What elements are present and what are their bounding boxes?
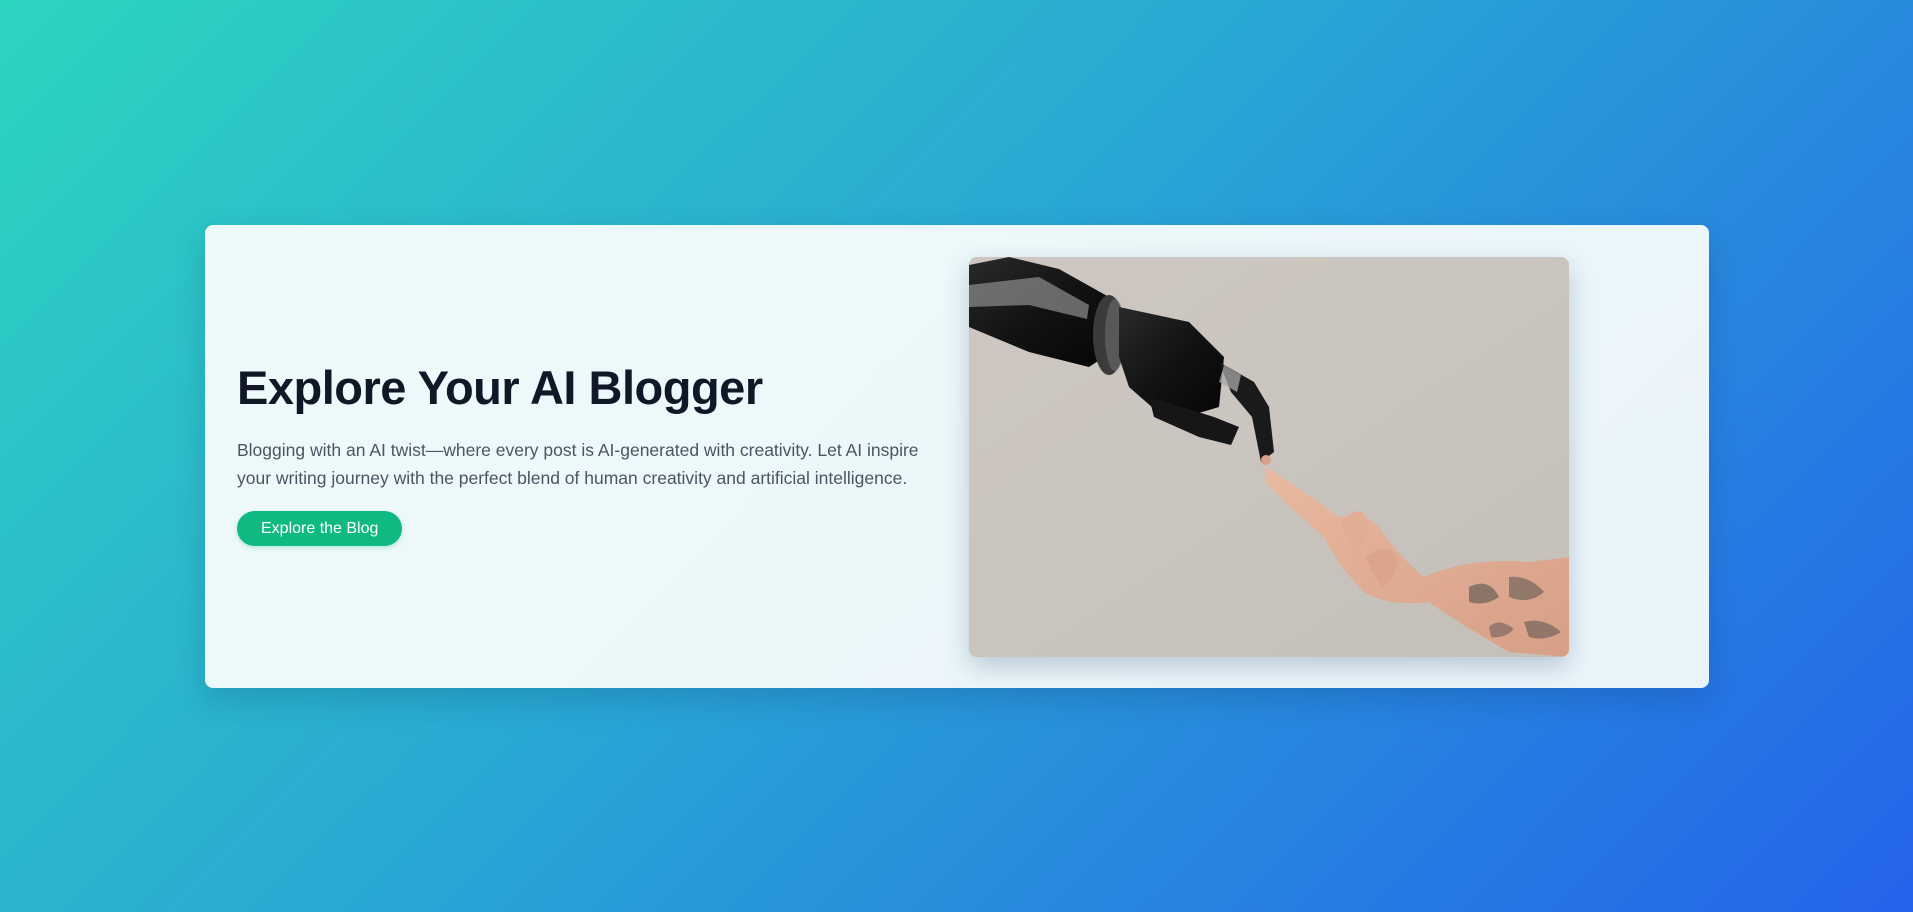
hero-text-block: Explore Your AI Blogger Blogging with an… [237, 362, 957, 546]
hero-card: Explore Your AI Blogger Blogging with an… [205, 225, 1709, 688]
robot-human-hands-illustration [969, 257, 1569, 657]
hero-image [969, 257, 1569, 657]
hero-title: Explore Your AI Blogger [237, 361, 763, 414]
explore-blog-button[interactable]: Explore the Blog [237, 510, 403, 546]
hero-description: Blogging with an AI twist—where every po… [237, 439, 919, 488]
